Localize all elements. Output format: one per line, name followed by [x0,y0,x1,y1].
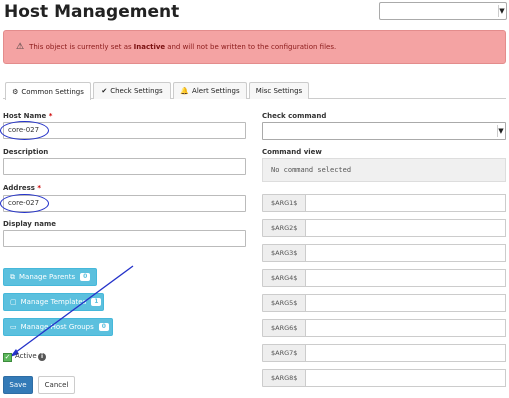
arg-input[interactable] [306,294,506,312]
info-icon[interactable]: i [38,353,46,361]
arg-row: $ARG8$ [262,369,506,387]
arg-row: $ARG6$ [262,319,506,337]
command-view-label: Command view [262,148,322,156]
arg-label: $ARG6$ [262,319,306,337]
arg-input[interactable] [306,219,506,237]
arg-row: $ARG5$ [262,294,506,312]
arg-label: $ARG3$ [262,244,306,262]
command-view-box: No command selected [262,158,506,182]
check-command-label: Check command [262,112,327,120]
arg-input[interactable] [306,319,506,337]
arg-label: $ARG4$ [262,269,306,287]
active-checkbox[interactable]: ✓ [3,353,12,362]
arg-label: $ARG8$ [262,369,306,387]
check-command-select[interactable]: ▼ [262,122,506,140]
arg-row: $ARG7$ [262,344,506,362]
arg-input[interactable] [306,269,506,287]
active-label: Active [15,352,37,360]
arg-row: $ARG2$ [262,219,506,237]
arg-label: $ARG7$ [262,344,306,362]
save-button[interactable]: Save [3,376,33,394]
arg-label: $ARG2$ [262,219,306,237]
arg-row: $ARG4$ [262,269,506,287]
arg-input[interactable] [306,369,506,387]
arg-row: $ARG1$ [262,194,506,212]
arg-label: $ARG1$ [262,194,306,212]
arg-row: $ARG3$ [262,244,506,262]
arg-input[interactable] [306,344,506,362]
arg-label: $ARG5$ [262,294,306,312]
arg-input[interactable] [306,194,506,212]
cancel-button[interactable]: Cancel [38,376,75,394]
chevron-down-icon: ▼ [497,125,504,137]
arg-input[interactable] [306,244,506,262]
